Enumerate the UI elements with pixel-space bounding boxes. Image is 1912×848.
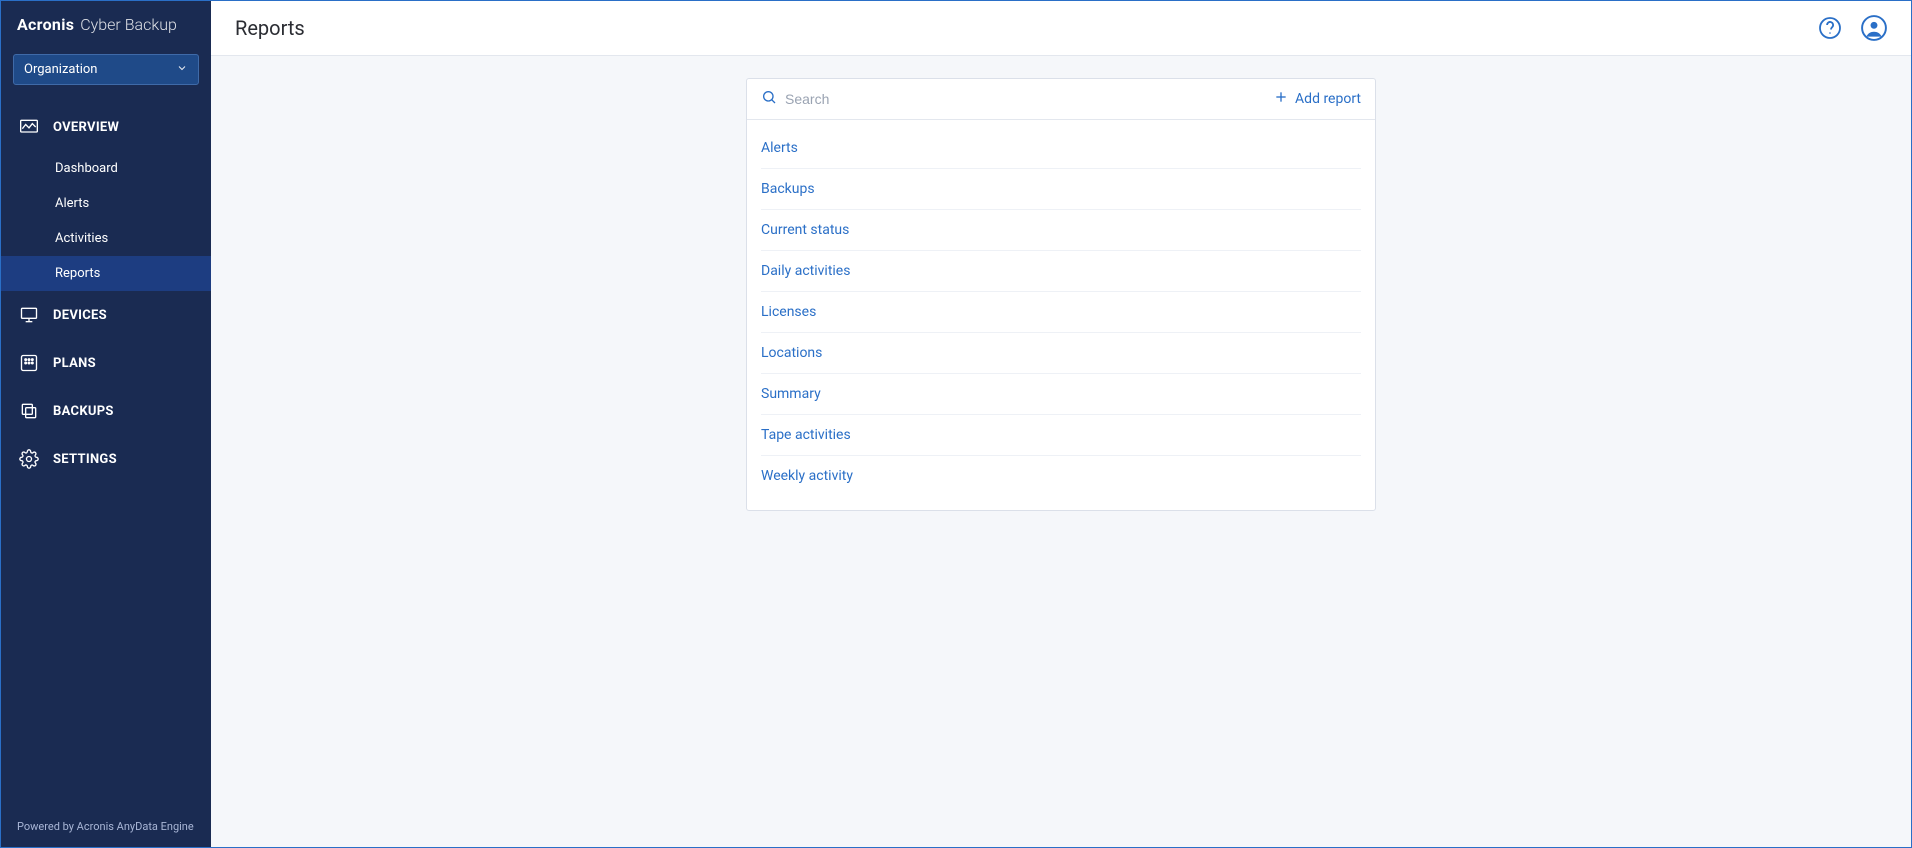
panel-header: Add report <box>747 79 1375 120</box>
page-title: Reports <box>235 16 305 40</box>
report-item[interactable]: Weekly activity <box>761 456 1361 496</box>
sidebar-item-label: DEVICES <box>53 308 107 323</box>
add-report-button[interactable]: Add report <box>1273 89 1361 109</box>
report-item[interactable]: Alerts <box>761 128 1361 169</box>
sidebar-item-backups[interactable]: BACKUPS <box>1 387 211 435</box>
help-button[interactable] <box>1817 15 1843 41</box>
sidebar-item-devices[interactable]: DEVICES <box>1 291 211 339</box>
report-item-label: Daily activities <box>761 263 850 279</box>
sidebar-item-label: Activities <box>55 231 108 246</box>
sidebar-item-alerts[interactable]: Alerts <box>1 186 211 221</box>
page-header: Reports <box>211 1 1911 56</box>
report-item-label: Locations <box>761 345 822 361</box>
report-item-label: Licenses <box>761 304 816 320</box>
plus-icon <box>1273 89 1289 109</box>
sidebar-item-label: Alerts <box>55 196 89 211</box>
report-item[interactable]: Tape activities <box>761 415 1361 456</box>
sidebar-item-label: OVERVIEW <box>53 120 119 135</box>
sidebar-footer: Powered by Acronis AnyData Engine <box>1 806 211 847</box>
report-list: Alerts Backups Current status Daily acti… <box>747 120 1375 510</box>
overview-icon <box>19 117 39 137</box>
report-item[interactable]: Current status <box>761 210 1361 251</box>
brand-light: Cyber Backup <box>80 15 177 34</box>
brand-logo: Acronis Cyber Backup <box>1 1 211 48</box>
report-item-label: Alerts <box>761 140 798 156</box>
account-button[interactable] <box>1861 15 1887 41</box>
add-report-label: Add report <box>1295 91 1361 107</box>
sidebar-item-activities[interactable]: Activities <box>1 221 211 256</box>
report-item[interactable]: Summary <box>761 374 1361 415</box>
report-item-label: Summary <box>761 386 821 402</box>
sidebar-item-plans[interactable]: PLANS <box>1 339 211 387</box>
plans-icon <box>19 353 39 373</box>
sidebar-item-label: BACKUPS <box>53 404 114 419</box>
sidebar-item-label: SETTINGS <box>53 452 117 467</box>
sidebar-item-reports[interactable]: Reports <box>1 256 211 291</box>
powered-by-text: Powered by Acronis AnyData Engine <box>17 820 194 833</box>
reports-panel: Add report Alerts Backups Current status… <box>746 78 1376 511</box>
content-area: Add report Alerts Backups Current status… <box>211 56 1911 847</box>
report-item[interactable]: Daily activities <box>761 251 1361 292</box>
sidebar-item-label: Dashboard <box>55 161 118 176</box>
search-input[interactable] <box>785 91 1273 107</box>
search-wrap <box>761 89 1273 109</box>
header-actions <box>1817 15 1887 41</box>
backups-icon <box>19 401 39 421</box>
brand-bold: Acronis <box>17 15 74 34</box>
sidebar-item-overview[interactable]: OVERVIEW <box>1 103 211 151</box>
overview-subitems: Dashboard Alerts Activities Reports <box>1 151 211 291</box>
search-icon <box>761 89 777 109</box>
sidebar: Acronis Cyber Backup Organization OVERVI… <box>1 1 211 847</box>
report-item-label: Backups <box>761 181 815 197</box>
organization-selector[interactable]: Organization <box>13 54 199 85</box>
sidebar-item-label: PLANS <box>53 356 96 371</box>
main: Reports <box>211 1 1911 847</box>
sidebar-nav: OVERVIEW Dashboard Alerts Activities Rep… <box>1 103 211 806</box>
report-item[interactable]: Locations <box>761 333 1361 374</box>
report-item[interactable]: Licenses <box>761 292 1361 333</box>
sidebar-item-settings[interactable]: SETTINGS <box>1 435 211 483</box>
report-item[interactable]: Backups <box>761 169 1361 210</box>
chevron-down-icon <box>176 62 188 77</box>
sidebar-item-label: Reports <box>55 266 100 281</box>
organization-selector-label: Organization <box>24 62 97 77</box>
devices-icon <box>19 305 39 325</box>
gear-icon <box>19 449 39 469</box>
report-item-label: Current status <box>761 222 849 238</box>
sidebar-item-dashboard[interactable]: Dashboard <box>1 151 211 186</box>
report-item-label: Tape activities <box>761 427 851 443</box>
report-item-label: Weekly activity <box>761 468 853 484</box>
